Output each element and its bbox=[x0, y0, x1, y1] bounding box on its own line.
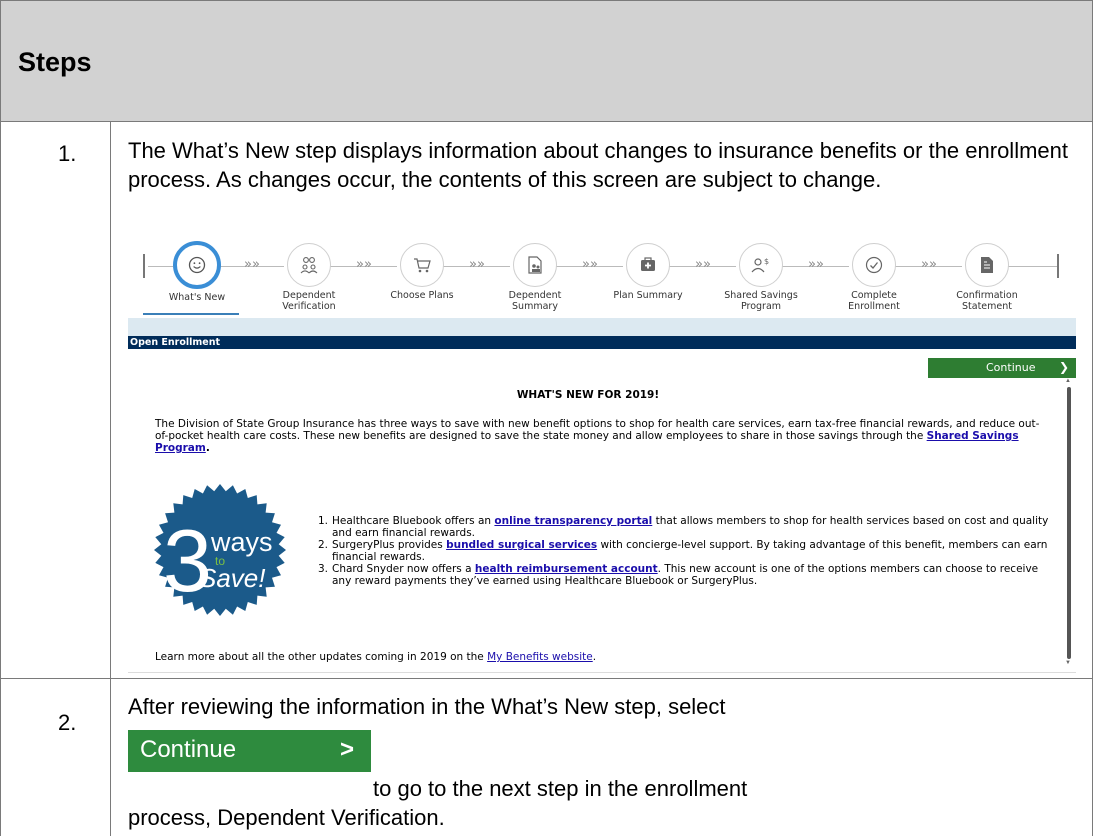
wizard-step-label: Choose Plans bbox=[390, 290, 454, 301]
light-band bbox=[128, 318, 1076, 336]
table-right-border bbox=[1092, 121, 1093, 836]
wizard-step-dependent-verification[interactable]: Dependent Verification bbox=[259, 243, 359, 312]
person-dollar-icon: $ bbox=[739, 243, 783, 287]
wizard-progress-bar: »» »» »» »» »» »» »» What's New Dependen… bbox=[128, 232, 1076, 318]
continue-button-large[interactable]: Continue > bbox=[128, 730, 371, 772]
row-divider bbox=[0, 678, 1093, 679]
wizard-step-plan-summary[interactable]: Plan Summary bbox=[598, 243, 698, 301]
my-benefits-link[interactable]: My Benefits website bbox=[487, 651, 593, 663]
learn-more-text: Learn more about all the other updates c… bbox=[155, 651, 484, 663]
step-1-number: 1. bbox=[58, 141, 77, 166]
health-reimbursement-link[interactable]: health reimbursement account bbox=[475, 563, 658, 575]
scroll-up-icon[interactable]: ▲ bbox=[1065, 378, 1071, 384]
seal-save-text: Save! bbox=[199, 563, 266, 593]
scroll-down-icon[interactable]: ▼ bbox=[1065, 660, 1071, 666]
steps-header-title: Steps bbox=[18, 47, 92, 77]
continue-button-small[interactable]: Continue ❯ bbox=[928, 358, 1076, 378]
three-ways-to-save-seal: 3 ways to Save! bbox=[154, 484, 286, 616]
step-1-text: The What’s New step displays information… bbox=[128, 138, 1068, 192]
intro-paragraph: The Division of State Group Insurance ha… bbox=[155, 418, 1045, 454]
scrollbar-thumb[interactable] bbox=[1067, 387, 1071, 659]
wizard-end-cap bbox=[1057, 254, 1059, 278]
document-page: Steps 1. The What’s New step displays in… bbox=[0, 0, 1095, 836]
wizard-step-label: Confirmation Statement bbox=[956, 290, 1018, 312]
wizard-step-confirmation-statement[interactable]: Confirmation Statement bbox=[937, 243, 1037, 312]
content-title: WHAT'S NEW FOR 2019! bbox=[516, 389, 660, 401]
wizard-step-complete-enrollment[interactable]: Complete Enrollment bbox=[824, 243, 924, 312]
wizard-step-label: What's New bbox=[168, 292, 226, 303]
seal-ways-text: ways bbox=[210, 527, 273, 557]
svg-text:$: $ bbox=[764, 257, 769, 266]
list-item-number: 2. bbox=[318, 539, 329, 551]
chevron-right-icon: ❯ bbox=[1059, 360, 1070, 374]
table-left-border bbox=[0, 121, 1, 836]
wizard-step-label: Complete Enrollment bbox=[848, 290, 900, 312]
benefits-list: 1. Healthcare Bluebook offers an online t… bbox=[318, 515, 1058, 587]
chevron-right-icon: > bbox=[340, 736, 355, 763]
wizard-step-label: Shared Savings Program bbox=[724, 290, 798, 312]
list-item-number: 3. bbox=[318, 563, 329, 575]
check-circle-icon bbox=[852, 243, 896, 287]
list-item: 3. Chard Snyder now offers a health reimb… bbox=[318, 563, 1058, 587]
learn-more-line: Learn more about all the other updates c… bbox=[155, 651, 596, 663]
wizard-step-shared-savings[interactable]: $ Shared Savings Program bbox=[711, 243, 811, 312]
document-people-icon bbox=[513, 243, 557, 287]
list-item: 2. SurgeryPlus provides bundled surgical … bbox=[318, 539, 1058, 563]
seal-big-number: 3 bbox=[163, 511, 212, 610]
steps-header: Steps bbox=[0, 0, 1093, 122]
bundled-surgical-link[interactable]: bundled surgical services bbox=[446, 539, 597, 551]
screenshot-bottom-rule bbox=[128, 672, 1076, 673]
people-icon bbox=[287, 243, 331, 287]
learn-more-period: . bbox=[592, 651, 597, 663]
open-enrollment-label: Open Enrollment bbox=[130, 337, 221, 348]
step-2-number: 2. bbox=[58, 710, 77, 735]
file-icon bbox=[965, 243, 1009, 287]
list-item-text: Chard Snyder now offers a bbox=[332, 563, 472, 575]
cart-icon bbox=[400, 243, 444, 287]
embedded-screenshot: »» »» »» »» »» »» »» What's New Dependen… bbox=[128, 232, 1076, 674]
list-item: 1. Healthcare Bluebook offers an online t… bbox=[318, 515, 1058, 539]
list-item-text: Healthcare Bluebook offers an bbox=[332, 515, 492, 527]
wizard-step-label: Dependent Verification bbox=[282, 290, 336, 312]
wizard-step-whats-new[interactable]: What's New bbox=[147, 241, 247, 303]
table-col-divider bbox=[110, 121, 111, 836]
wizard-step-choose-plans[interactable]: Choose Plans bbox=[372, 243, 472, 301]
wizard-step-dependent-summary[interactable]: Dependent Summary bbox=[485, 243, 585, 312]
list-item-text: SurgeryPlus provides bbox=[332, 539, 443, 551]
wizard-step-label: Dependent Summary bbox=[508, 290, 562, 312]
transparency-portal-link[interactable]: online transparency portal bbox=[494, 515, 652, 527]
intro-text: The Division of State Group Insurance ha… bbox=[155, 418, 1040, 442]
intro-period: . bbox=[205, 442, 210, 454]
continue-label: Continue bbox=[140, 736, 237, 763]
wizard-start-cap bbox=[143, 254, 145, 278]
list-item-number: 1. bbox=[318, 515, 329, 527]
medical-bag-icon bbox=[626, 243, 670, 287]
continue-label: Continue bbox=[986, 361, 1036, 374]
step-2-text-before: After reviewing the information in the W… bbox=[128, 694, 726, 719]
step-2-text-after: to go to the next step in the enrollment… bbox=[128, 776, 748, 830]
smiley-icon bbox=[173, 241, 221, 289]
active-step-underline bbox=[143, 313, 239, 315]
wizard-step-label: Plan Summary bbox=[613, 290, 683, 301]
open-enrollment-bar: Open Enrollment bbox=[128, 336, 1076, 349]
